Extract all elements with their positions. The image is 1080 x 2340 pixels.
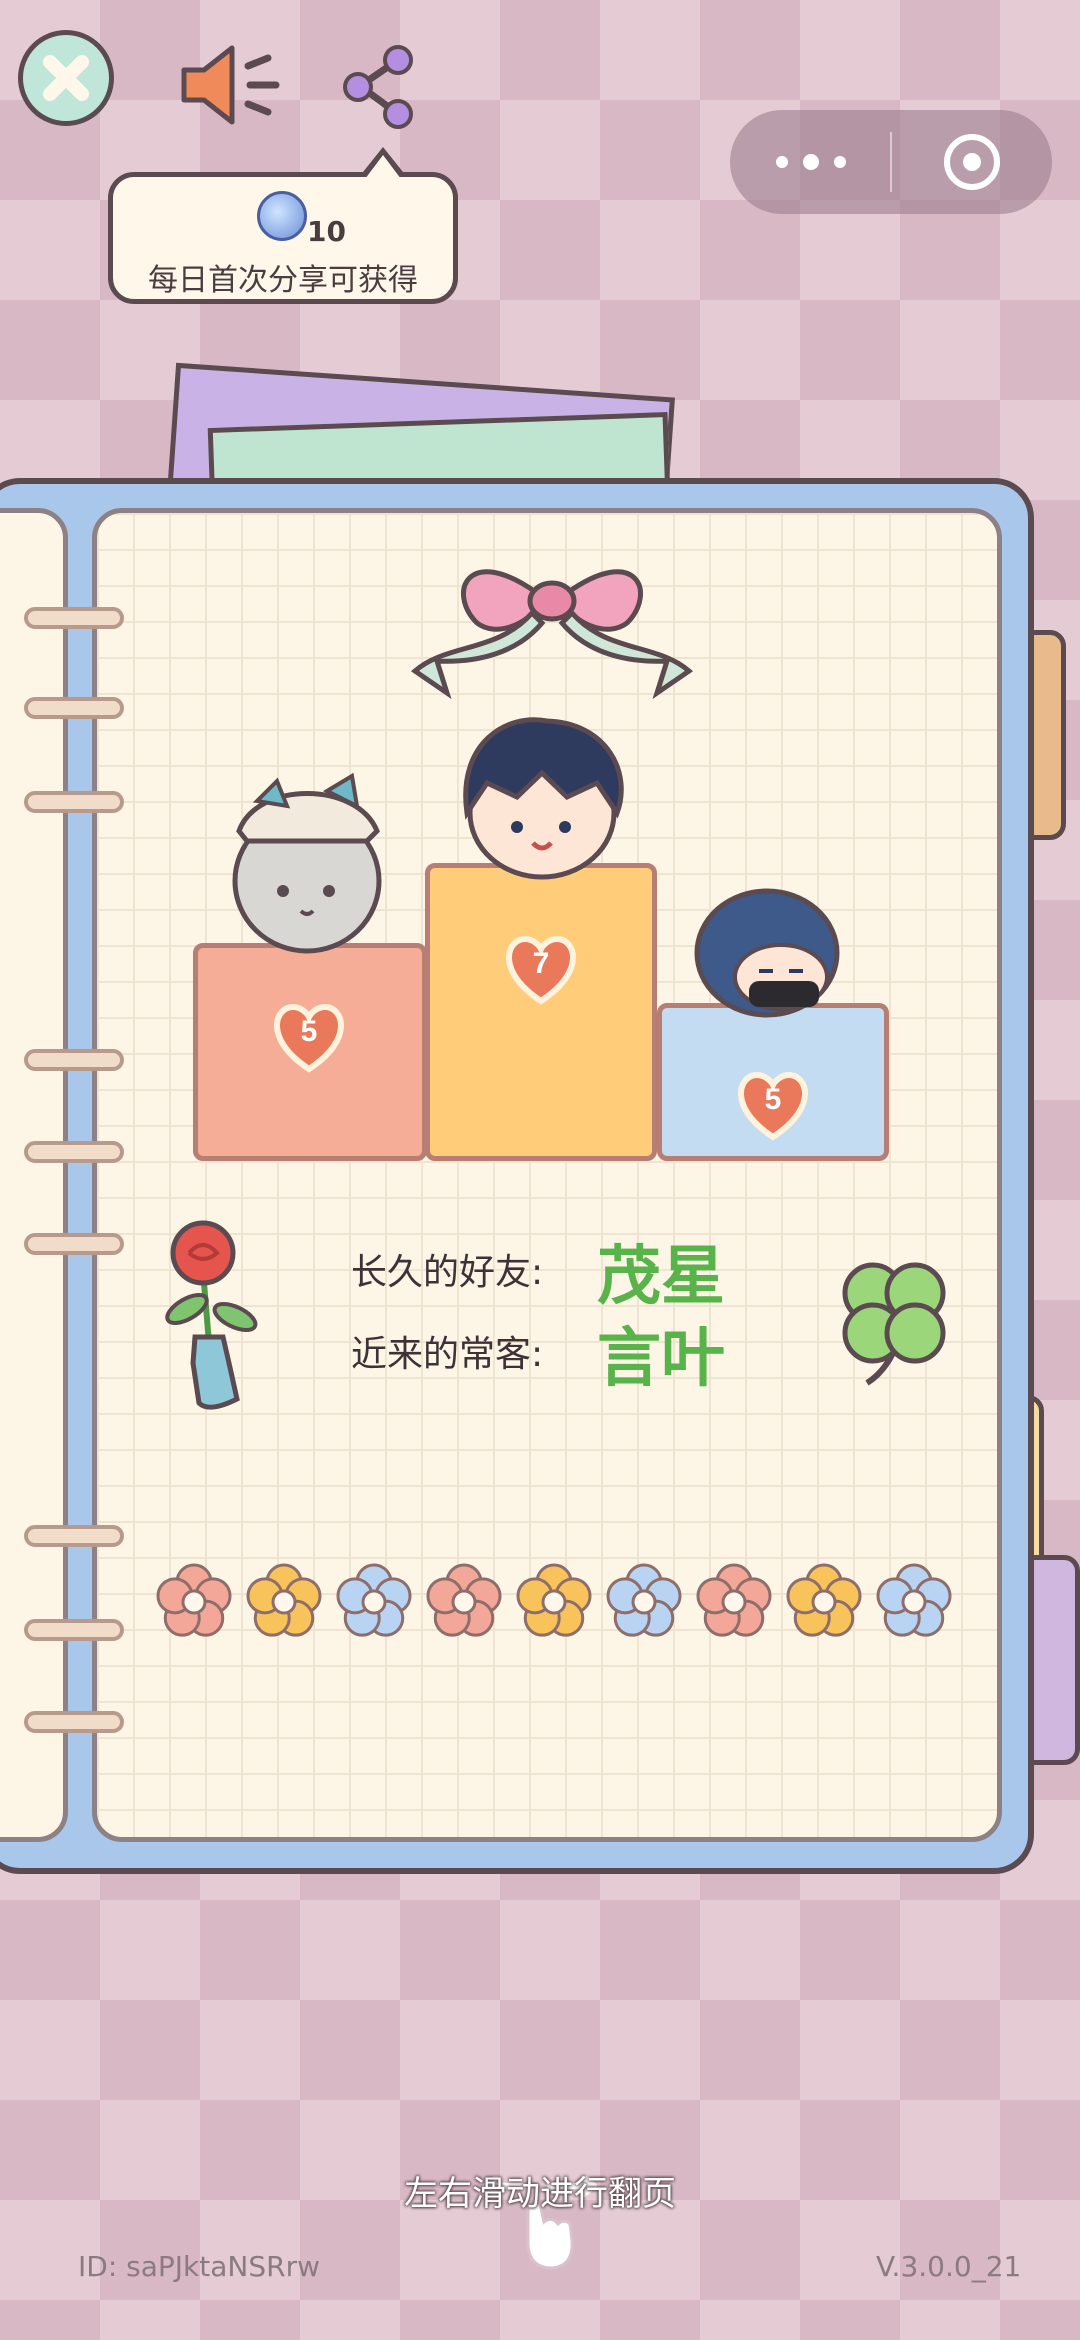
binder-ring [24,697,124,719]
binder-ring [24,1141,124,1163]
character-avatar-third [694,888,840,1018]
heart-badge-third: 5 [735,1071,811,1141]
recent-visitor-name: 言叶 [597,1322,725,1396]
more-button[interactable] [776,138,846,186]
flower-yellow-icon [246,1563,322,1637]
more-dot-icon [834,156,846,168]
reward-count: 10 [307,215,346,248]
more-dot-icon [803,154,819,170]
recent-visitor-label: 近来的常客: [351,1334,544,1375]
flower-pink-icon [426,1563,502,1637]
close-icon [43,55,89,101]
swirl-coin-icon [257,191,307,241]
flower-yellow-icon [516,1563,592,1637]
podium-first [425,863,657,1161]
sound-button[interactable] [176,40,286,130]
flower-yellow-icon [786,1563,862,1637]
binder-ring [24,791,124,813]
binder-ring [24,607,124,629]
flower-pink-icon [696,1563,772,1637]
binder-ring [24,1049,124,1071]
capsule-divider [890,132,892,192]
character-avatar-second [232,772,382,954]
binder-ring [24,1619,124,1641]
share-button[interactable] [340,44,420,130]
character-avatar-first [463,717,624,880]
flower-blue-icon [876,1563,952,1637]
heart-badge-second: 5 [271,1003,347,1073]
exit-button[interactable] [944,134,1000,190]
reward-text: 每日首次分享可获得 [148,263,418,298]
notebook-page[interactable]: 5 7 5 长久的好友: 茂星 近来的常客: 言叶 [92,508,1002,1842]
share-icon [343,45,413,129]
binder-ring [24,1525,124,1547]
ribbon-bow-icon [410,569,694,700]
heart-value-first: 7 [532,947,550,980]
heart-value-second: 5 [300,1015,318,1048]
close-button[interactable] [18,30,114,126]
user-id: ID: saPJktaNSRrw [78,2250,320,2283]
binder-ring [24,1233,124,1255]
target-icon [963,153,981,171]
longtime-friend-label: 长久的好友: [351,1252,544,1293]
longtime-friend-name: 茂星 [597,1240,725,1314]
flower-blue-icon [606,1563,682,1637]
speaker-icon [181,45,280,125]
mini-program-capsule [730,110,1052,214]
flower-blue-icon [336,1563,412,1637]
flower-pink-icon [156,1563,232,1637]
heart-badge-first: 7 [503,935,579,1005]
share-reward-tooltip: 10 每日首次分享可获得 [108,147,458,304]
more-dot-icon [776,156,788,168]
swipe-hint: 左右滑动进行翻页 [404,2174,676,2214]
heart-value-third: 5 [764,1083,782,1116]
binder-ring [24,1711,124,1733]
rose-vase-icon [165,1220,258,1410]
version-label: V.3.0.0_21 [876,2250,1022,2283]
clover-icon [842,1262,946,1386]
